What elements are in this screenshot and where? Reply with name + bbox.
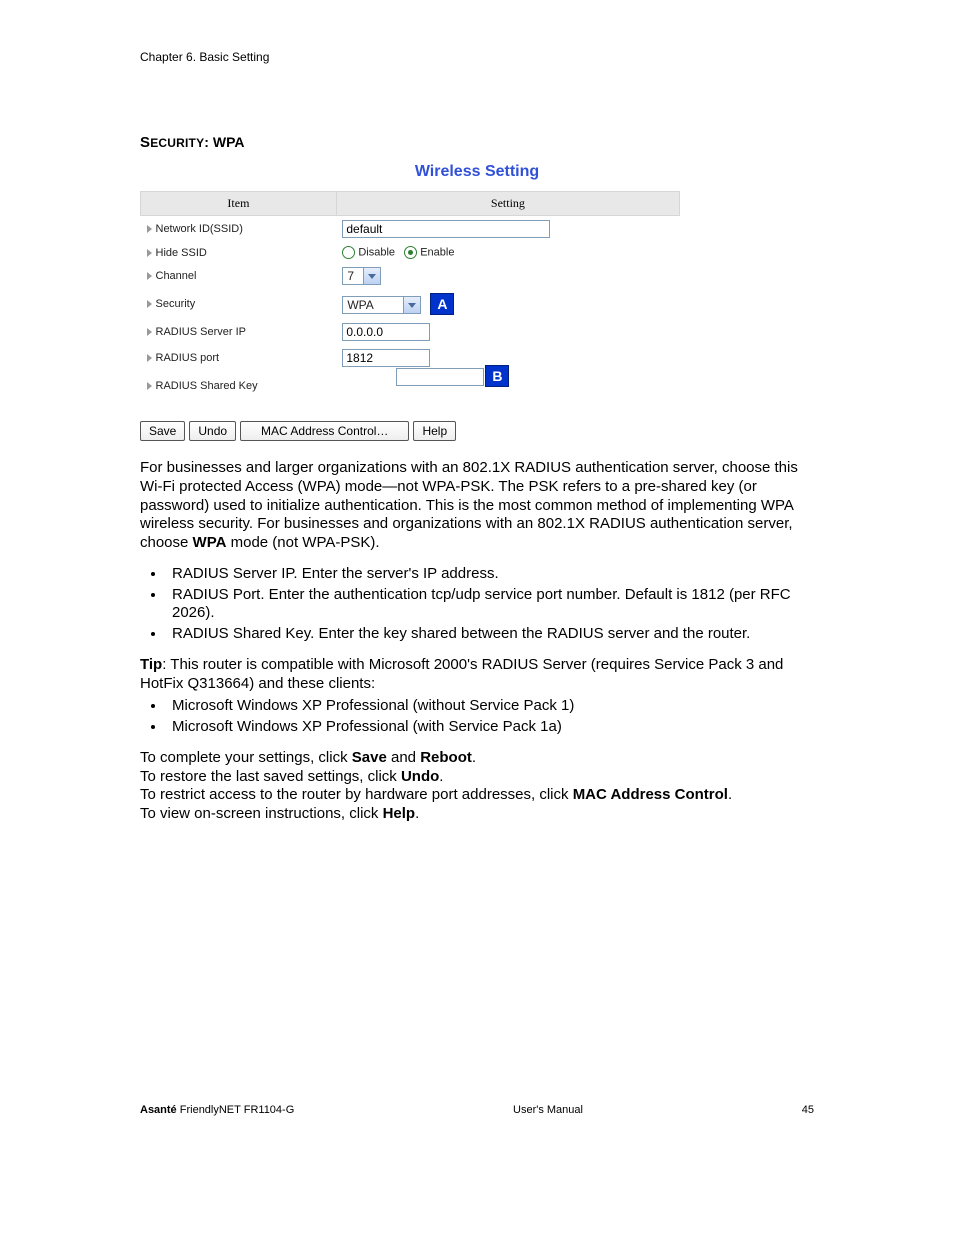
channel-select[interactable]: 7	[342, 267, 381, 285]
page-footer: Asanté FriendlyNET FR1104-G User's Manua…	[140, 1104, 814, 1116]
action-text: To restore the last saved settings, clic…	[140, 768, 401, 785]
chevron-down-icon	[403, 297, 420, 313]
action-bold: MAC Address Control	[573, 786, 728, 803]
action-text: To complete your settings, click	[140, 749, 352, 766]
actions-block: To complete your settings, click Save an…	[140, 749, 814, 824]
arrow-icon	[147, 249, 152, 257]
list-item: RADIUS Port. Enter the authentication tc…	[166, 586, 814, 624]
list-item: RADIUS Shared Key. Enter the key shared …	[166, 625, 814, 644]
undo-button[interactable]: Undo	[189, 421, 236, 441]
arrow-icon	[147, 354, 152, 362]
radius-fields-list: RADIUS Server IP. Enter the server's IP …	[166, 565, 814, 644]
mac-address-control-button[interactable]: MAC Address Control…	[240, 421, 409, 441]
list-item: Microsoft Windows XP Professional (witho…	[166, 697, 814, 716]
action-text: .	[439, 768, 443, 785]
section-colon: :	[204, 134, 213, 150]
ws-title: Wireless Setting	[140, 159, 814, 181]
button-row: Save Undo MAC Address Control… Help	[140, 421, 814, 441]
action-text: .	[472, 749, 476, 766]
radio-disable-label: Disable	[358, 246, 395, 258]
radio-disable[interactable]	[342, 246, 355, 259]
wireless-setting-screenshot: Wireless Setting Item Setting Network ID…	[140, 159, 814, 441]
paragraph-wpa-desc: For businesses and larger organizations …	[140, 459, 814, 553]
row-radius-ip: RADIUS Server IP	[141, 319, 680, 345]
action-text: .	[728, 786, 732, 803]
tip-paragraph: Tip: This router is compatible with Micr…	[140, 656, 814, 694]
label-ssid: Network ID(SSID)	[156, 223, 243, 235]
tip-text: : This router is compatible with Microso…	[140, 656, 783, 692]
list-item: RADIUS Server IP. Enter the server's IP …	[166, 565, 814, 584]
label-security: Security	[156, 298, 196, 310]
channel-value: 7	[343, 268, 363, 284]
label-hide-ssid: Hide SSID	[156, 247, 207, 259]
tip-label: Tip	[140, 656, 162, 673]
radius-port-input[interactable]	[342, 349, 430, 367]
radius-ip-input[interactable]	[342, 323, 430, 341]
section-suffix: WPA	[213, 134, 245, 150]
label-radius-port: RADIUS port	[156, 352, 220, 364]
action-bold: Reboot	[420, 749, 472, 766]
col-item: Item	[141, 192, 337, 216]
radius-key-input[interactable]	[396, 368, 484, 386]
arrow-icon	[147, 225, 152, 233]
footer-brand-bold: Asanté	[140, 1104, 177, 1116]
security-select[interactable]: WPA	[342, 296, 421, 314]
row-hide-ssid: Hide SSID Disable Enable	[141, 242, 680, 263]
row-radius-key: RADIUS Shared Key B	[141, 371, 680, 401]
section-title: SECURITY: WPA	[140, 134, 814, 151]
label-channel: Channel	[156, 270, 197, 282]
security-value: WPA	[343, 297, 403, 313]
row-security: Security WPA A	[141, 289, 680, 319]
ssid-input[interactable]	[342, 220, 550, 238]
label-radius-key: RADIUS Shared Key	[156, 380, 258, 392]
ws-table: Item Setting Network ID(SSID) Hide SSID …	[140, 191, 680, 401]
list-item: Microsoft Windows XP Professional (with …	[166, 718, 814, 737]
para1-bold: WPA	[193, 534, 227, 551]
action-bold: Help	[383, 805, 416, 822]
radio-enable-label: Enable	[420, 246, 454, 258]
action-text: .	[415, 805, 419, 822]
arrow-icon	[147, 382, 152, 390]
row-channel: Channel 7	[141, 263, 680, 289]
chapter-header: Chapter 6. Basic Setting	[140, 50, 814, 64]
action-text: To restrict access to the router by hard…	[140, 786, 573, 803]
callout-a: A	[430, 293, 454, 315]
callout-b: B	[485, 365, 509, 387]
clients-list: Microsoft Windows XP Professional (witho…	[166, 697, 814, 737]
arrow-icon	[147, 272, 152, 280]
save-button[interactable]: Save	[140, 421, 185, 441]
arrow-icon	[147, 300, 152, 308]
col-setting: Setting	[336, 192, 679, 216]
chevron-down-icon	[363, 268, 380, 284]
footer-center: User's Manual	[513, 1104, 583, 1116]
label-radius-ip: RADIUS Server IP	[156, 326, 246, 338]
para1-tail: mode (not WPA-PSK).	[226, 534, 379, 551]
help-button[interactable]: Help	[413, 421, 456, 441]
section-prefix: SECURITY	[140, 135, 204, 150]
arrow-icon	[147, 328, 152, 336]
action-text: and	[387, 749, 420, 766]
action-text: To view on-screen instructions, click	[140, 805, 383, 822]
action-bold: Save	[352, 749, 387, 766]
radio-enable[interactable]	[404, 246, 417, 259]
row-ssid: Network ID(SSID)	[141, 216, 680, 243]
footer-brand-rest: FriendlyNET FR1104-G	[177, 1104, 295, 1116]
footer-page: 45	[802, 1104, 814, 1116]
action-bold: Undo	[401, 768, 439, 785]
